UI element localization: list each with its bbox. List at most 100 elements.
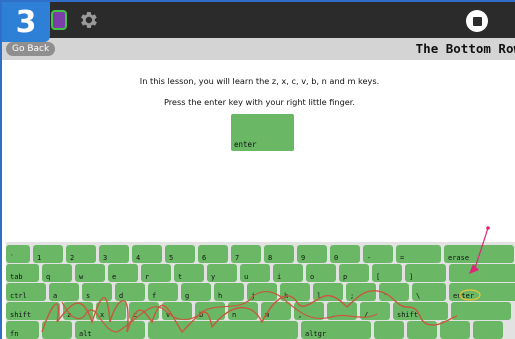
key-shift-row4[interactable]: shift bbox=[393, 302, 448, 320]
key-label: ctrl bbox=[10, 292, 27, 300]
key-v-row4[interactable]: v bbox=[162, 302, 192, 320]
key-r-row2[interactable]: r bbox=[141, 264, 171, 282]
key-m-row4[interactable]: m bbox=[261, 302, 291, 320]
key-fn-row5[interactable]: fn bbox=[6, 321, 39, 339]
key-shift-row4[interactable]: shift bbox=[6, 302, 60, 320]
key-label: m bbox=[265, 311, 270, 319]
key-k-row3[interactable]: k bbox=[280, 283, 310, 301]
key-ctrl-row3[interactable]: ctrl bbox=[6, 283, 46, 301]
key-label: b bbox=[199, 311, 204, 319]
key-x91-row2[interactable]: [ bbox=[372, 264, 402, 282]
key-label: shift bbox=[397, 311, 419, 319]
stop-icon[interactable] bbox=[466, 10, 488, 32]
key-a-row3[interactable]: a bbox=[49, 283, 79, 301]
key-g-row3[interactable]: g bbox=[181, 283, 211, 301]
key-z-row4[interactable]: z bbox=[63, 302, 93, 320]
key-blank-row4[interactable] bbox=[451, 302, 511, 320]
step-badge[interactable]: 3 bbox=[2, 2, 50, 42]
key-label: 5 bbox=[169, 254, 174, 262]
key-4-row1[interactable]: 4 bbox=[132, 245, 162, 263]
key-label: 7 bbox=[235, 254, 240, 262]
go-back-button[interactable]: Go Back bbox=[6, 42, 56, 56]
key-blank-row5[interactable] bbox=[440, 321, 470, 339]
key-b-row4[interactable]: b bbox=[195, 302, 225, 320]
key-x96-row1[interactable]: ` bbox=[6, 245, 30, 263]
key-label: 2 bbox=[70, 254, 75, 262]
key-label: ` bbox=[10, 254, 15, 262]
key-label: ; bbox=[350, 292, 355, 300]
activity-icon[interactable] bbox=[51, 10, 67, 30]
key-j-row3[interactable]: j bbox=[247, 283, 277, 301]
key-7-row1[interactable]: 7 bbox=[231, 245, 261, 263]
key-tab-row2[interactable]: tab bbox=[6, 264, 39, 282]
key-s-row3[interactable]: s bbox=[82, 283, 112, 301]
key-9-row1[interactable]: 9 bbox=[297, 245, 327, 263]
key-x47-row4[interactable]: / bbox=[360, 302, 390, 320]
key-i-row2[interactable]: i bbox=[273, 264, 303, 282]
key-e-row2[interactable]: e bbox=[108, 264, 138, 282]
key-blank-row5[interactable] bbox=[473, 321, 503, 339]
key-label: j bbox=[251, 292, 256, 300]
key-blank-row5[interactable] bbox=[374, 321, 404, 339]
key-x46-row4[interactable]: . bbox=[327, 302, 357, 320]
key-label: shift bbox=[10, 311, 32, 319]
key-enter-row3[interactable]: enter bbox=[449, 283, 515, 301]
key-label: 3 bbox=[103, 254, 108, 262]
key-label: h bbox=[218, 292, 223, 300]
key-w-row2[interactable]: w bbox=[75, 264, 105, 282]
key-h-row3[interactable]: h bbox=[214, 283, 244, 301]
key-label: n bbox=[232, 311, 237, 319]
key-0-row1[interactable]: 0 bbox=[330, 245, 360, 263]
key-x61-row1[interactable]: = bbox=[396, 245, 441, 263]
key-label: w bbox=[79, 273, 84, 281]
key-y-row2[interactable]: y bbox=[207, 264, 237, 282]
key-d-row3[interactable]: d bbox=[115, 283, 145, 301]
key-1-row1[interactable]: 1 bbox=[33, 245, 63, 263]
key-blank-row5[interactable] bbox=[42, 321, 72, 339]
key-label: - bbox=[367, 254, 372, 262]
key-label: t bbox=[178, 273, 183, 281]
key-blank-row5[interactable] bbox=[148, 321, 298, 339]
on-screen-keyboard: ` 1 2 3 4 5 6 7 8 9 0 - = erase tab q w e r t y u i o p [] ctrl a s d… bbox=[6, 242, 515, 339]
key-6-row1[interactable]: 6 bbox=[198, 245, 228, 263]
key-erase-row1[interactable]: erase bbox=[444, 245, 514, 263]
title-bar: Go Back The Bottom Row bbox=[2, 38, 515, 60]
key-label: . bbox=[331, 311, 336, 319]
key-blank-row2[interactable] bbox=[449, 264, 515, 282]
key-x59-row3[interactable]: ; bbox=[346, 283, 376, 301]
key-o-row2[interactable]: o bbox=[306, 264, 336, 282]
key-label: enter bbox=[453, 292, 475, 300]
key-3-row1[interactable]: 3 bbox=[99, 245, 129, 263]
key-l-row3[interactable]: l bbox=[313, 283, 343, 301]
key-x92-row3[interactable]: \ bbox=[412, 283, 446, 301]
key-c-row4[interactable]: c bbox=[129, 302, 159, 320]
key-x-row4[interactable]: x bbox=[96, 302, 126, 320]
key-label: 6 bbox=[202, 254, 207, 262]
key-x93-row2[interactable]: ] bbox=[405, 264, 446, 282]
key-x45-row1[interactable]: - bbox=[363, 245, 393, 263]
key-altgr-row5[interactable]: altgr bbox=[301, 321, 371, 339]
key-q-row2[interactable]: q bbox=[42, 264, 72, 282]
key-label: fn bbox=[10, 330, 19, 338]
key-8-row1[interactable]: 8 bbox=[264, 245, 294, 263]
key-alt-row5[interactable]: alt bbox=[75, 321, 145, 339]
key-f-row3[interactable]: f bbox=[148, 283, 178, 301]
key-x44-row4[interactable]: , bbox=[294, 302, 324, 320]
key-n-row4[interactable]: n bbox=[228, 302, 258, 320]
key-label: altgr bbox=[305, 330, 327, 338]
key-x39-row3[interactable]: ' bbox=[379, 283, 409, 301]
key-u-row2[interactable]: u bbox=[240, 264, 270, 282]
key-5-row1[interactable]: 5 bbox=[165, 245, 195, 263]
key-label: c bbox=[133, 311, 138, 319]
lesson-hint: Press the enter key with your right litt… bbox=[163, 97, 356, 107]
key-t-row2[interactable]: t bbox=[174, 264, 204, 282]
key-blank-row5[interactable] bbox=[407, 321, 437, 339]
key-label: e bbox=[112, 273, 117, 281]
stop-square bbox=[472, 16, 482, 26]
key-label: i bbox=[277, 273, 282, 281]
key-2-row1[interactable]: 2 bbox=[66, 245, 96, 263]
key-label: x bbox=[100, 311, 105, 319]
key-p-row2[interactable]: p bbox=[339, 264, 369, 282]
gear-icon[interactable] bbox=[77, 9, 99, 31]
key-label: , bbox=[298, 311, 303, 319]
